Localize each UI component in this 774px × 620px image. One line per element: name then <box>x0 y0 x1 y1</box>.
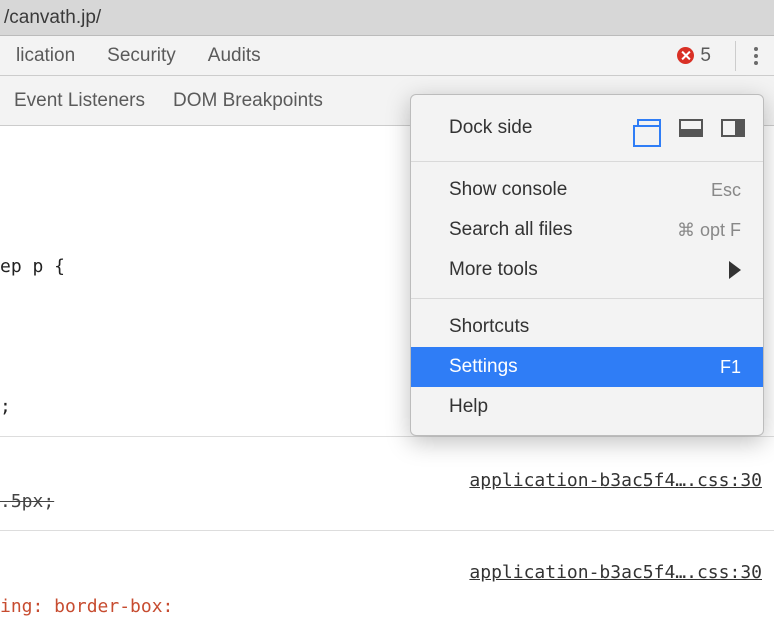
error-count-badge[interactable]: 5 <box>677 45 711 67</box>
menu-help[interactable]: Help <box>411 387 763 427</box>
menu-show-console[interactable]: Show console Esc <box>411 170 763 210</box>
css-declaration-struck[interactable]: .5px; <box>0 491 54 512</box>
devtools-toolbar: lication Security Audits 5 <box>0 36 774 76</box>
menu-settings[interactable]: Settings F1 <box>411 347 763 387</box>
tab-audits[interactable]: Audits <box>192 45 277 67</box>
tab-application[interactable]: lication <box>0 45 91 67</box>
rule-separator <box>0 530 774 531</box>
dock-undock-icon[interactable] <box>637 119 661 137</box>
css-source-link-2[interactable]: application-b3ac5f4….css:30 <box>469 562 762 583</box>
submenu-arrow-icon <box>729 261 741 279</box>
menu-search-all-files[interactable]: Search all files ⌘ opt F <box>411 210 763 250</box>
tab-security[interactable]: Security <box>91 45 192 67</box>
accel-text: F1 <box>720 357 741 378</box>
menu-shortcuts[interactable]: Shortcuts <box>411 307 763 347</box>
menu-dock-side: Dock side <box>411 103 763 153</box>
tab-event-listeners[interactable]: Event Listeners <box>0 90 159 112</box>
css-rule-selector[interactable]: ep p { <box>0 256 65 277</box>
css-source-link-1[interactable]: application-b3ac5f4….css:30 <box>469 470 762 491</box>
url-text: /canvath.jp/ <box>4 7 101 29</box>
css-declaration-invalid[interactable]: ing: border-box: <box>0 596 173 617</box>
menu-more-tools[interactable]: More tools <box>411 250 763 290</box>
error-count: 5 <box>700 45 711 67</box>
dock-side-label: Dock side <box>449 117 637 139</box>
accel-text: ⌘ opt F <box>677 220 741 241</box>
kebab-menu-icon[interactable] <box>735 41 764 71</box>
accel-text: Esc <box>711 180 741 201</box>
dock-bottom-icon[interactable] <box>679 119 703 137</box>
dock-right-icon[interactable] <box>721 119 745 137</box>
rule-separator <box>0 436 774 437</box>
address-bar[interactable]: /canvath.jp/ <box>0 0 774 36</box>
css-declaration-1[interactable]: ; <box>0 396 11 417</box>
error-icon <box>677 47 694 64</box>
devtools-main-menu: Dock side Show console Esc Search all fi… <box>410 94 764 436</box>
tab-dom-breakpoints[interactable]: DOM Breakpoints <box>159 90 337 112</box>
